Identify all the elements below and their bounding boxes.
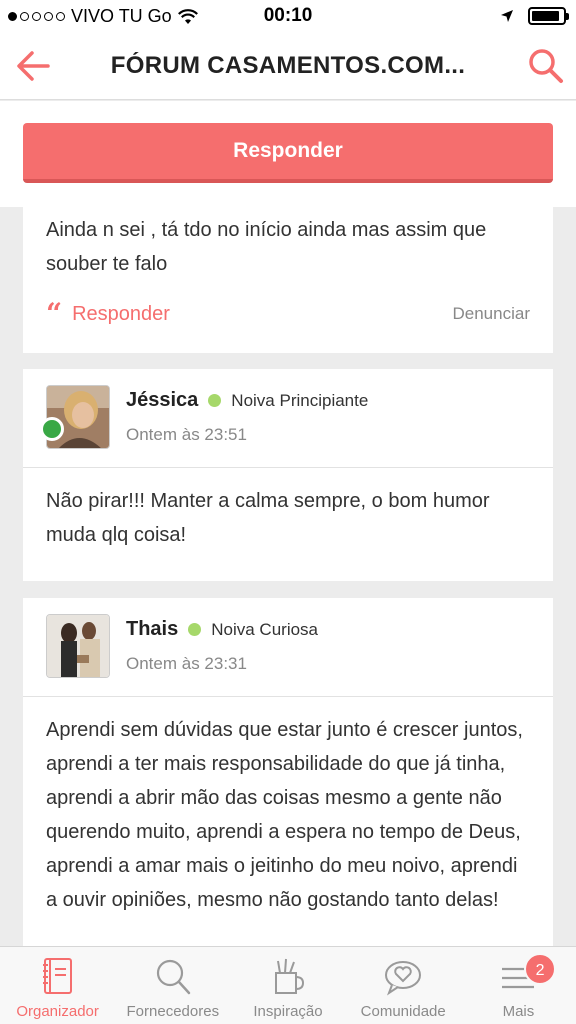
quote-reply-button[interactable]: “ Responder	[46, 297, 170, 330]
quote-icon: “	[46, 297, 63, 330]
search-icon	[529, 49, 563, 83]
notification-badge: 2	[524, 953, 557, 985]
post-timestamp: Ontem às 23:51	[126, 425, 247, 444]
level-dot-icon	[208, 394, 222, 407]
author-level: Noiva Principiante	[231, 390, 369, 410]
notebook-icon	[42, 958, 72, 994]
back-arrow-icon	[17, 51, 50, 81]
post-actions: “ Responder Denunciar	[46, 299, 530, 329]
author-line: Jéssica Noiva Principiante	[126, 389, 368, 412]
tab-label: Inspiração	[253, 1003, 323, 1020]
post-header: Jéssica Noiva Principiante Ontem às 23:5…	[23, 369, 553, 468]
post-card: Ainda n sei , tá tdo no início ainda mas…	[23, 207, 553, 353]
post-card: Thais Noiva Curiosa Ontem às 23:31 Apren…	[23, 598, 553, 958]
tab-label: Mais	[502, 1003, 535, 1020]
author-name[interactable]: Jéssica	[126, 389, 198, 412]
tab-label: Comunidade	[360, 1003, 446, 1020]
tab-inspiration[interactable]: Inspiração	[230, 947, 345, 1024]
page-title: FÓRUM CASAMENTOS.COM...	[110, 52, 466, 79]
status-right	[500, 7, 569, 25]
post-text: Ainda n sei , tá tdo no início ainda mas…	[46, 219, 487, 275]
author-line: Thais Noiva Curiosa	[126, 618, 318, 641]
author-level: Noiva Curiosa	[211, 619, 319, 639]
quote-reply-label: Responder	[72, 302, 170, 325]
tab-more[interactable]: 2 Mais	[461, 947, 576, 1024]
avatar[interactable]	[46, 614, 110, 678]
location-arrow-icon	[501, 10, 513, 22]
search-button[interactable]	[526, 46, 566, 86]
battery-icon	[528, 7, 569, 25]
level-dot-icon	[188, 623, 202, 636]
status-time: 00:10	[263, 5, 313, 26]
header-bar: FÓRUM CASAMENTOS.COM...	[0, 34, 576, 100]
tab-suppliers[interactable]: Fornecedores	[115, 947, 230, 1024]
pencil-cup-icon	[275, 958, 305, 994]
author-name[interactable]: Thais	[126, 618, 178, 641]
online-status-indicator	[40, 417, 64, 441]
search-icon	[156, 959, 191, 995]
tab-bar: Organizador Fornecedores Inspiração Comu…	[0, 946, 576, 1024]
tab-label: Fornecedores	[126, 1003, 220, 1020]
post-card: Jéssica Noiva Principiante Ontem às 23:5…	[23, 369, 553, 581]
report-link[interactable]: Denunciar	[453, 304, 531, 324]
tab-community[interactable]: Comunidade	[346, 947, 461, 1024]
status-bar: VIVO TU Go 00:10	[0, 0, 576, 34]
tab-label: Organizador	[16, 1003, 99, 1020]
post-header: Thais Noiva Curiosa Ontem às 23:31	[23, 598, 553, 697]
post-text: Não pirar!!! Manter a calma sempre, o bo…	[46, 490, 490, 546]
reply-button[interactable]: Responder	[23, 123, 553, 183]
heart-chat-icon	[385, 961, 422, 996]
post-text: Aprendi sem dúvidas que estar junto é cr…	[46, 719, 523, 911]
tab-organizer[interactable]: Organizador	[0, 947, 115, 1024]
back-button[interactable]	[14, 46, 54, 86]
reply-area: Responder	[0, 101, 576, 207]
post-timestamp: Ontem às 23:31	[126, 654, 247, 673]
